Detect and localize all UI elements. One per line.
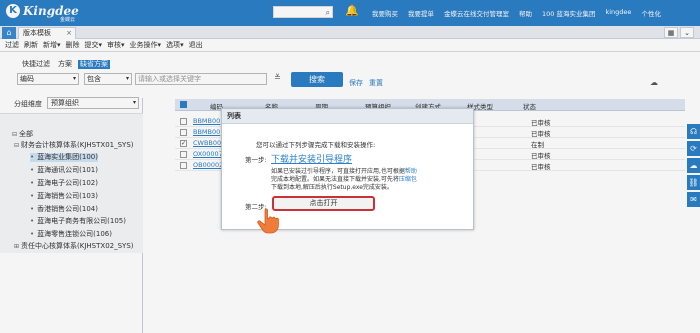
hand-cursor-icon	[257, 208, 279, 234]
dialog-title: 列表	[222, 109, 473, 124]
desc-text: 如果已安装过引导程序，可直接打开应用,也可根据	[271, 168, 405, 175]
zip-link[interactable]: 压缩包	[399, 176, 417, 183]
step1-label: 第一步:	[245, 156, 267, 164]
desc-text: 下载到本地,解压后执行Setup.exe完成安装。	[271, 184, 393, 191]
install-description: 如果已安装过引导程序，可直接打开应用,也可根据帮助完成本地配置。如果无法直接下载…	[271, 168, 421, 192]
download-installer-link[interactable]: 下载并安装引导程序	[271, 152, 352, 165]
desc-text: 完成本地配置。如果无法直接下载并安装,可先将	[271, 176, 399, 183]
help-link[interactable]: 帮助	[405, 168, 417, 175]
dialog-intro: 您可以通过下列步骤完成下载和安装操作:	[256, 141, 376, 149]
click-open-button[interactable]: 点击打开	[272, 196, 375, 211]
